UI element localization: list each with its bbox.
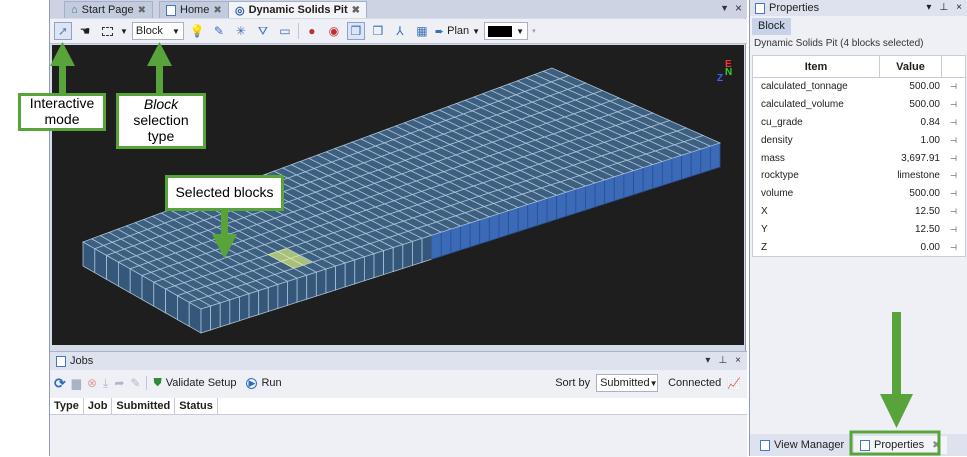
arrow-shaft (221, 211, 228, 237)
callout-italic-text: Block (143, 96, 179, 113)
interactive-mode-callout: Interactive mode (18, 93, 106, 131)
callout-text: selection type (133, 112, 189, 144)
arrow-head (50, 42, 75, 66)
properties-tab-highlight (849, 430, 941, 456)
callout-text: Selected blocks (175, 184, 274, 201)
arrow-head (212, 234, 237, 259)
annotation-arrows (50, 42, 941, 456)
block-selection-type-callout: Block selection type (116, 93, 206, 149)
arrow-shaft (892, 312, 901, 396)
arrow-head (147, 42, 172, 66)
arrow-head (880, 394, 913, 428)
callout-text: Interactive mode (29, 95, 95, 127)
selected-blocks-callout: Selected blocks (165, 175, 284, 211)
